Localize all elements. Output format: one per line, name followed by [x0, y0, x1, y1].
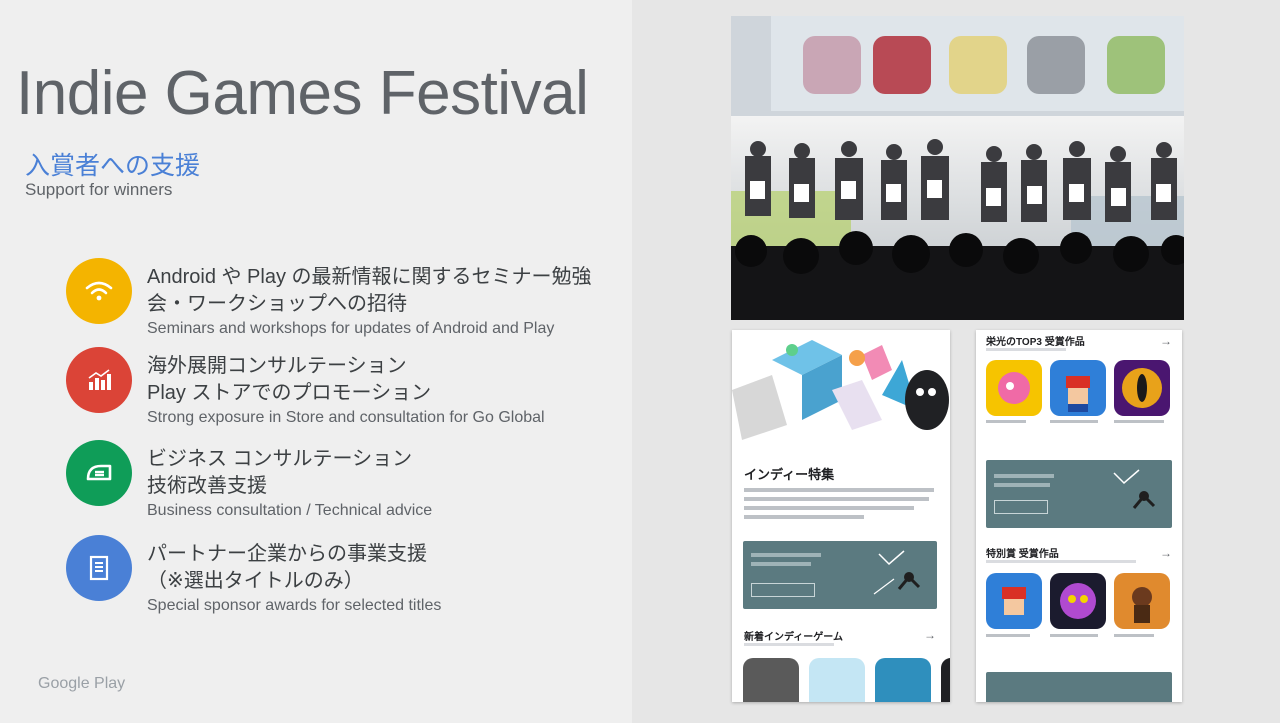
app-tile[interactable]: [986, 360, 1042, 416]
feature-jp-line-1: ビジネス コンサルテーション: [147, 448, 413, 470]
feature-en-text: Business consultation / Technical advice: [147, 502, 433, 519]
feature-jp-line-2: 技術改善支援: [147, 475, 267, 497]
arrow-right-icon[interactable]: →: [1160, 546, 1172, 560]
app-tile[interactable]: [1114, 360, 1170, 416]
document-icon: [66, 535, 132, 601]
feature-sponsors: パートナー企業からの事業支援 （※選出タイトルのみ） Special spons…: [66, 535, 626, 615]
indie-feature-title: インディー特集: [744, 467, 835, 482]
feature-seminars: Android や Play の最新情報に関するセミナー勉強 会・ワークショップ…: [66, 258, 626, 338]
winners-collection-card[interactable]: [986, 460, 1172, 528]
app-tile[interactable]: [941, 658, 950, 702]
chart-icon: [66, 347, 132, 413]
store-screenshot-winners: 栄光のTOP3 受賞作品 → 特別賞 受賞作品 →: [976, 330, 1182, 702]
special-award-subtitle: [986, 560, 1136, 563]
subtitle-japanese: 入賞者への支援: [25, 152, 201, 180]
store-screenshot-indie-feature: インディー特集 新着インディーゲーム →: [732, 330, 950, 702]
collection-card[interactable]: [986, 672, 1172, 702]
featured-collection-card[interactable]: [743, 541, 937, 609]
special-award-title: 特別賞 受賞作品: [986, 549, 1059, 560]
award-ceremony-photo: [731, 16, 1184, 320]
feature-jp-line-1: Android や Play の最新情報に関するセミナー勉強: [147, 266, 592, 288]
app-tile[interactable]: [809, 658, 865, 702]
feature-business: ビジネス コンサルテーション 技術改善支援 Business consultat…: [66, 440, 626, 520]
feature-jp-line-1: 海外展開コンサルテーション: [147, 355, 407, 377]
top3-winners-title: 栄光のTOP3 受賞作品: [986, 337, 1085, 348]
feature-jp-line-2: （※選出タイトルのみ）: [147, 570, 364, 592]
subtitle-english: Support for winners: [25, 180, 173, 199]
app-tile[interactable]: [743, 658, 799, 702]
feature-global: 海外展開コンサルテーション Play ストアでのプロモーション Strong e…: [66, 347, 626, 427]
indie-games-subtitle: [744, 643, 834, 646]
slide-title: Indie Games Festival: [16, 59, 589, 128]
indie-feature-description: [744, 488, 940, 519]
feature-en-text: Special sponsor awards for selected titl…: [147, 597, 442, 614]
feature-jp-line-2: Play ストアでのプロモーション: [147, 382, 432, 404]
feature-jp-line-1: パートナー企業からの事業支援: [147, 543, 427, 565]
feature-en-text: Seminars and workshops for updates of An…: [147, 320, 555, 337]
app-tile[interactable]: [986, 573, 1042, 629]
feature-jp-line-2: 会・ワークショップへの招待: [147, 293, 407, 315]
google-play-logo: Google Play: [38, 675, 126, 692]
app-tile[interactable]: [1050, 573, 1106, 629]
arrow-right-icon[interactable]: →: [1160, 334, 1172, 348]
wifi-icon: [66, 258, 132, 324]
feature-illustration: [732, 330, 950, 450]
feature-en-text: Strong exposure in Store and consultatio…: [147, 409, 545, 426]
speed-icon: [66, 440, 132, 506]
top3-subtitle: [986, 348, 1066, 351]
app-tile[interactable]: [1114, 573, 1170, 629]
app-tile[interactable]: [875, 658, 931, 702]
app-tile[interactable]: [1050, 360, 1106, 416]
arrow-right-icon[interactable]: →: [924, 628, 936, 642]
new-indie-games-title: 新着インディーゲーム: [744, 632, 843, 643]
